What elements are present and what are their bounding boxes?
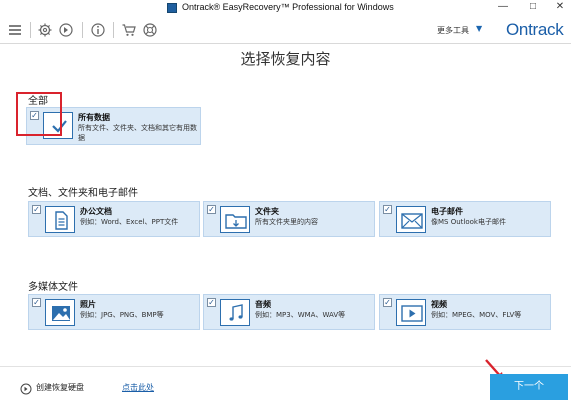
card-email[interactable]: ✓ 电子邮件 像MS Outlook电子邮件	[379, 201, 551, 237]
cart-icon[interactable]	[121, 22, 137, 38]
gear-icon[interactable]	[37, 22, 53, 38]
section-heading-multimedia: 多媒体文件	[28, 282, 78, 293]
next-button[interactable]: 下一个	[490, 374, 568, 400]
card-title: 文件夹	[255, 207, 279, 216]
photo-icon	[45, 299, 75, 326]
help-icon[interactable]	[142, 22, 158, 38]
recover-disc-icon[interactable]	[58, 22, 74, 38]
toolbar-separator	[113, 22, 114, 38]
checkbox-office-documents[interactable]: ✓	[32, 205, 41, 214]
card-audio[interactable]: ✓ 音频 例如：MP3、WMA、WAV等	[203, 294, 375, 330]
card-description: 例如：MPEG、MOV、FLV等	[431, 311, 522, 319]
app-icon	[167, 3, 177, 13]
folder-icon	[220, 206, 250, 233]
maximize-button[interactable]: □	[521, 0, 545, 14]
section-heading-documents: 文档、文件夹和电子邮件	[28, 188, 138, 199]
info-icon[interactable]	[90, 22, 106, 38]
toolbar: 更多工具 ▼ Ontrack	[0, 16, 571, 44]
card-title: 所有数据	[78, 113, 110, 122]
checkbox-folders[interactable]: ✓	[207, 205, 216, 214]
card-title: 视频	[431, 300, 447, 309]
card-folders[interactable]: ✓ 文件夹 所有文件夹里的内容	[203, 201, 375, 237]
card-title: 照片	[80, 300, 96, 309]
card-title: 办公文档	[80, 207, 112, 216]
minimize-button[interactable]: —	[491, 0, 515, 14]
ontrack-logo: Ontrack	[506, 20, 564, 39]
checkbox-video[interactable]: ✓	[383, 298, 392, 307]
checkbox-audio[interactable]: ✓	[207, 298, 216, 307]
video-icon	[396, 299, 426, 326]
card-office-documents[interactable]: ✓ 办公文档 例如：Word、Excel、PPT文件	[28, 201, 200, 237]
mail-icon	[396, 206, 426, 233]
highlight-box	[16, 92, 62, 136]
card-description: 所有文件夹里的内容	[255, 218, 318, 226]
window-title: Ontrack® EasyRecovery™ Professional for …	[182, 2, 394, 12]
recovery-disk-icon	[20, 380, 32, 395]
create-recovery-disk-label: 创建恢复硬盘	[36, 383, 84, 392]
title-bar: Ontrack® EasyRecovery™ Professional for …	[0, 0, 571, 16]
document-icon	[45, 206, 75, 233]
music-icon	[220, 299, 250, 326]
card-description: 例如：JPG、PNG、BMP等	[80, 311, 164, 319]
card-description: 像MS Outlook电子邮件	[431, 218, 506, 226]
chevron-down-icon[interactable]: ▼	[476, 24, 482, 33]
page-title: 选择恢复内容	[240, 50, 331, 68]
card-title: 音频	[255, 300, 271, 309]
card-description: 所有文件、文件夹、文档和其它有用数据	[78, 124, 197, 142]
card-description: 例如：MP3、WMA、WAV等	[255, 311, 346, 319]
card-description: 例如：Word、Excel、PPT文件	[80, 218, 179, 226]
card-photos[interactable]: ✓ 照片 例如：JPG、PNG、BMP等	[28, 294, 200, 330]
toolbar-separator	[82, 22, 83, 38]
click-here-link[interactable]: 点击此处	[122, 382, 154, 393]
card-video[interactable]: ✓ 视频 例如：MPEG、MOV、FLV等	[379, 294, 551, 330]
menu-icon[interactable]	[7, 22, 23, 38]
checkbox-photos[interactable]: ✓	[32, 298, 41, 307]
checkbox-email[interactable]: ✓	[383, 205, 392, 214]
more-tools-menu[interactable]: 更多工具	[437, 25, 469, 36]
toolbar-separator	[30, 22, 31, 38]
close-button[interactable]: ✕	[548, 0, 571, 14]
card-title: 电子邮件	[431, 207, 463, 216]
